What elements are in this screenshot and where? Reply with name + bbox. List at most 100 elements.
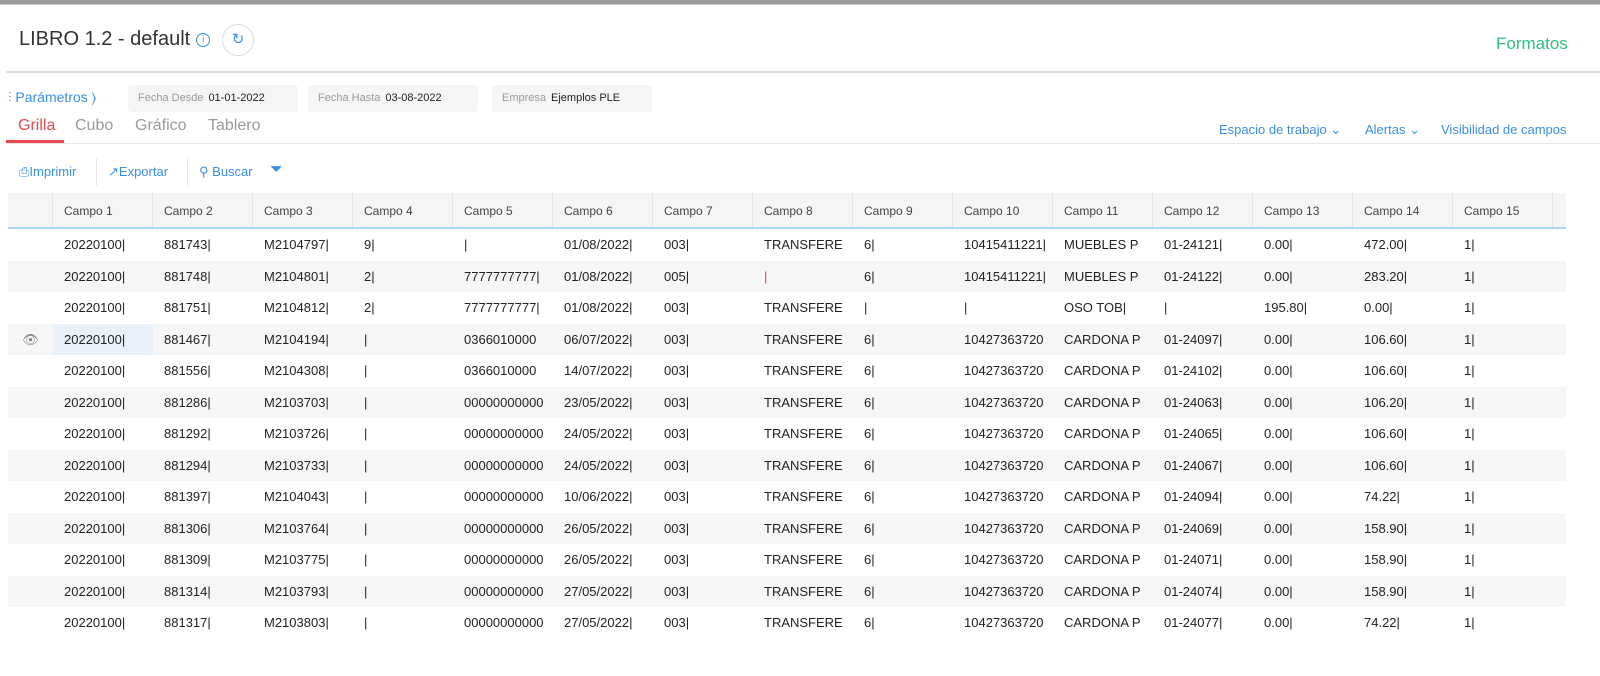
table-cell[interactable]: 0.00| — [1253, 607, 1353, 639]
table-cell[interactable]: 10427363720 — [953, 576, 1053, 608]
table-row[interactable]: 20220100| 881397| M2104043| | 00000000000 10/… — [8, 481, 1566, 513]
fecha-hasta-field[interactable]: Fecha Hasta 03-08-2022 — [308, 85, 478, 112]
table-cell[interactable]: 20220100| — [53, 261, 153, 293]
table-cell[interactable]: 003| — [653, 292, 753, 324]
table-cell[interactable]: 195.80| — [1253, 292, 1353, 324]
table-cell[interactable]: 01-24071| — [1153, 544, 1253, 576]
table-cell[interactable]: 881397| — [153, 481, 253, 513]
table-cell[interactable]: 10427363720 — [953, 418, 1053, 450]
alertas-dropdown[interactable]: Alertas ⌄ — [1365, 122, 1420, 138]
table-cell[interactable]: M2104812| — [253, 292, 353, 324]
table-cell[interactable]: 472.00| — [1353, 229, 1453, 261]
column-header[interactable]: Campo 12 — [1153, 193, 1253, 227]
table-cell[interactable]: M2103775| — [253, 544, 353, 576]
table-cell[interactable]: | — [353, 607, 453, 639]
table-cell[interactable]: M2103793| — [253, 576, 353, 608]
table-row[interactable]: 20220100| 881748| M2104801| 2| 7777777777| 01… — [8, 260, 1566, 293]
table-cell[interactable]: 20220100| — [53, 513, 153, 545]
table-cell[interactable]: M2103733| — [253, 450, 353, 482]
table-cell[interactable]: 2| — [353, 292, 453, 324]
table-cell[interactable]: 1| — [1453, 324, 1553, 356]
table-cell[interactable]: TRANSFERE — [753, 544, 853, 576]
table-cell[interactable]: 01-24063| — [1153, 387, 1253, 419]
table-cell[interactable]: 10/06/2022| — [553, 481, 653, 513]
table-cell[interactable]: 6| — [853, 261, 953, 293]
table-cell[interactable]: 6| — [853, 324, 953, 356]
imprimir-button[interactable]: ⎙Imprimir — [19, 164, 76, 180]
formatos-link[interactable]: Formatos — [1496, 34, 1568, 54]
table-cell[interactable]: 1| — [1453, 229, 1553, 261]
table-cell[interactable]: 20220100| — [53, 229, 153, 261]
table-cell[interactable]: 0.00| — [1253, 387, 1353, 419]
table-cell[interactable]: 01-24069| — [1153, 513, 1253, 545]
table-cell[interactable]: 01-24122| — [1153, 261, 1253, 293]
column-header[interactable]: Campo 9 — [853, 193, 953, 227]
table-cell[interactable]: 881743| — [153, 229, 253, 261]
table-cell[interactable]: 6| — [853, 355, 953, 387]
table-cell[interactable]: CARDONA P — [1053, 387, 1153, 419]
table-cell[interactable]: 003| — [653, 418, 753, 450]
table-cell[interactable]: M2104797| — [253, 229, 353, 261]
filter-icon[interactable]: ⏷ — [270, 161, 283, 179]
table-cell[interactable]: 0.00| — [1253, 324, 1353, 356]
refresh-button[interactable]: ↻ — [222, 24, 254, 56]
table-cell[interactable]: 0.00| — [1253, 513, 1353, 545]
table-cell[interactable]: 6| — [853, 544, 953, 576]
table-cell[interactable]: 283.20| — [1353, 261, 1453, 293]
table-cell[interactable]: 26/05/2022| — [553, 513, 653, 545]
table-cell[interactable]: 003| — [653, 481, 753, 513]
table-cell[interactable]: M2104194| — [253, 324, 353, 356]
table-cell[interactable]: 881556| — [153, 355, 253, 387]
column-header[interactable]: Campo 8 — [753, 193, 853, 227]
table-cell[interactable]: TRANSFERE — [753, 450, 853, 482]
table-cell[interactable]: 0.00| — [1253, 261, 1353, 293]
table-cell[interactable]: CARDONA P — [1053, 324, 1153, 356]
table-cell[interactable]: CARDONA P — [1053, 481, 1153, 513]
table-cell[interactable]: 003| — [653, 513, 753, 545]
table-cell[interactable]: 1| — [1453, 355, 1553, 387]
table-cell[interactable]: TRANSFERE — [753, 481, 853, 513]
table-cell[interactable]: 10427363720 — [953, 513, 1053, 545]
eye-icon[interactable]: 👁 — [8, 324, 53, 356]
table-row[interactable]: 20220100| 881306| M2103764| | 00000000000 26/… — [8, 512, 1566, 545]
table-row[interactable]: 20220100| 881556| M2104308| | 0366010000 14/0… — [8, 355, 1566, 387]
table-cell[interactable]: 00000000000 — [453, 450, 553, 482]
table-cell[interactable]: TRANSFERE — [753, 418, 853, 450]
table-cell[interactable]: 158.90| — [1353, 513, 1453, 545]
table-cell[interactable]: 003| — [653, 607, 753, 639]
tab-cubo[interactable]: Cubo — [75, 117, 113, 135]
table-cell[interactable]: 1| — [1453, 513, 1553, 545]
table-cell[interactable]: 0366010000 — [453, 355, 553, 387]
table-cell[interactable]: 10415411221| — [953, 261, 1053, 293]
tab-tablero[interactable]: Tablero — [208, 117, 260, 135]
table-cell[interactable]: MUEBLES P — [1053, 261, 1153, 293]
table-cell[interactable]: 24/05/2022| — [553, 450, 653, 482]
table-cell[interactable]: 6| — [853, 481, 953, 513]
table-cell[interactable]: 106.60| — [1353, 450, 1453, 482]
table-cell[interactable]: | — [353, 450, 453, 482]
table-cell[interactable]: 10427363720 — [953, 450, 1053, 482]
table-cell[interactable]: 0.00| — [1253, 481, 1353, 513]
table-cell[interactable]: | — [353, 355, 453, 387]
table-cell[interactable]: 00000000000 — [453, 607, 553, 639]
table-cell[interactable]: | — [353, 544, 453, 576]
table-cell[interactable]: CARDONA P — [1053, 355, 1153, 387]
table-row[interactable]: 20220100| 881292| M2103726| | 00000000000 24/… — [8, 418, 1566, 450]
column-header[interactable]: Campo 2 — [153, 193, 253, 227]
table-cell[interactable]: | — [753, 261, 853, 293]
table-cell[interactable]: 6| — [853, 576, 953, 608]
table-cell[interactable]: M2104308| — [253, 355, 353, 387]
table-cell[interactable]: 20220100| — [53, 607, 153, 639]
column-header[interactable]: Campo 14 — [1353, 193, 1453, 227]
table-cell[interactable]: | — [1153, 292, 1253, 324]
table-cell[interactable]: 7777777777| — [453, 292, 553, 324]
table-cell[interactable]: 106.60| — [1353, 418, 1453, 450]
table-cell[interactable]: 881309| — [153, 544, 253, 576]
table-cell[interactable]: | — [353, 576, 453, 608]
table-cell[interactable]: TRANSFERE — [753, 229, 853, 261]
table-cell[interactable]: 20220100| — [53, 418, 153, 450]
column-header[interactable]: Campo 4 — [353, 193, 453, 227]
table-cell[interactable]: 158.90| — [1353, 544, 1453, 576]
table-cell[interactable]: TRANSFERE — [753, 292, 853, 324]
column-header[interactable]: Campo 1 — [53, 193, 153, 227]
